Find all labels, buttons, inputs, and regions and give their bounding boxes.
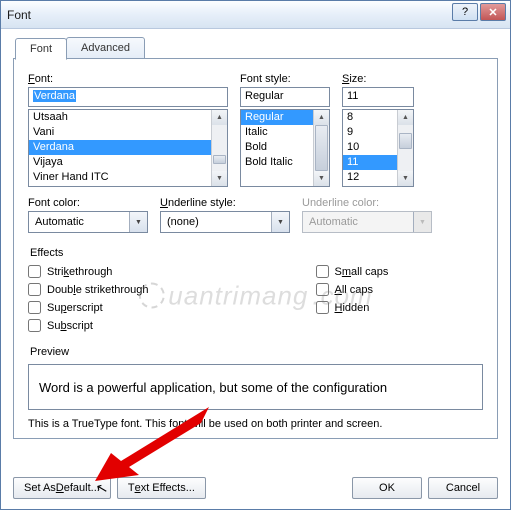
scrollbar[interactable]: ▲ ▼: [397, 110, 413, 186]
size-label: Size:: [342, 73, 414, 85]
row-color-underline: Font color: Automatic ▼ Underline style:…: [28, 197, 483, 233]
fontstyle-listbox[interactable]: Regular Italic Bold Bold Italic ▲ ▼: [240, 109, 330, 187]
scroll-down-icon[interactable]: ▼: [314, 171, 329, 186]
font-input[interactable]: Verdana: [28, 87, 228, 107]
tab-font[interactable]: Font: [15, 38, 67, 60]
scroll-down-icon[interactable]: ▼: [212, 171, 227, 186]
chk-superscript[interactable]: Superscript: [28, 301, 196, 314]
underlinecolor-combo: Automatic ▼: [302, 211, 432, 233]
list-item[interactable]: Vijaya: [29, 155, 227, 170]
help-button[interactable]: ?: [452, 3, 478, 21]
chk-subscript[interactable]: Subscript: [28, 319, 196, 332]
fontstyle-label: Font style:: [240, 73, 330, 85]
chk-all-caps[interactable]: All caps: [316, 283, 484, 296]
preview-box: Word is a powerful application, but some…: [28, 364, 483, 410]
scroll-up-icon[interactable]: ▲: [314, 110, 329, 125]
fontstyle-input[interactable]: Regular: [240, 87, 330, 107]
fontstyle-column: Font style: Regular Regular Italic Bold …: [240, 73, 330, 187]
font-label: Font:: [28, 73, 228, 85]
preview-label: Preview: [28, 346, 483, 358]
scrollbar[interactable]: ▲ ▼: [211, 110, 227, 186]
chevron-down-icon: ▼: [271, 212, 289, 232]
effects-group: Strikethrough Double strikethrough Super…: [28, 265, 483, 332]
set-as-default-button[interactable]: Set As Default...: [13, 477, 111, 499]
text-effects-button[interactable]: Text Effects...: [117, 477, 206, 499]
chk-double-strikethrough[interactable]: Double strikethrough: [28, 283, 196, 296]
window-buttons: ? ✕: [452, 3, 506, 21]
scrollbar[interactable]: ▲ ▼: [313, 110, 329, 186]
scroll-down-icon[interactable]: ▼: [398, 171, 413, 186]
underlinestyle-label: Underline style:: [160, 197, 290, 209]
fontcolor-combo[interactable]: Automatic ▼: [28, 211, 148, 233]
effects-label: Effects: [28, 247, 483, 259]
font-hint: This is a TrueType font. This font will …: [28, 418, 483, 430]
list-item[interactable]: Utsaah: [29, 110, 227, 125]
close-button[interactable]: ✕: [480, 3, 506, 21]
font-column: Font: Verdana Utsaah Vani Verdana Vijaya…: [28, 73, 228, 187]
list-item[interactable]: Viner Hand ITC: [29, 170, 227, 185]
chk-strikethrough[interactable]: Strikethrough: [28, 265, 196, 278]
fontcolor-column: Font color: Automatic ▼: [28, 197, 148, 233]
list-item[interactable]: Verdana: [29, 140, 227, 155]
tab-advanced[interactable]: Advanced: [66, 37, 145, 59]
underlinestyle-combo[interactable]: (none) ▼: [160, 211, 290, 233]
chk-hidden[interactable]: Hidden: [316, 301, 484, 314]
window-title: Font: [7, 8, 31, 22]
chevron-down-icon: ▼: [129, 212, 147, 232]
cancel-button[interactable]: Cancel: [428, 477, 498, 499]
tab-strip: Font Advanced: [15, 37, 510, 59]
size-listbox[interactable]: 8 9 10 11 12 ▲ ▼: [342, 109, 414, 187]
size-input[interactable]: 11: [342, 87, 414, 107]
ok-button[interactable]: OK: [352, 477, 422, 499]
fontcolor-label: Font color:: [28, 197, 148, 209]
size-column: Size: 11 8 9 10 11 12 ▲ ▼: [342, 73, 414, 187]
row-font-selectors: Font: Verdana Utsaah Vani Verdana Vijaya…: [28, 73, 483, 187]
scroll-up-icon[interactable]: ▲: [212, 110, 227, 125]
font-listbox[interactable]: Utsaah Vani Verdana Vijaya Viner Hand IT…: [28, 109, 228, 187]
list-item[interactable]: Vani: [29, 125, 227, 140]
font-dialog: Font ? ✕ Font Advanced Font: Verdana Uts…: [0, 0, 511, 510]
titlebar: Font ? ✕: [1, 1, 510, 29]
scroll-up-icon[interactable]: ▲: [398, 110, 413, 125]
dialog-footer: Set As Default... Text Effects... OK Can…: [13, 477, 498, 499]
underlinecolor-label: Underline color:: [302, 197, 432, 209]
underlinestyle-column: Underline style: (none) ▼: [160, 197, 290, 233]
underlinecolor-column: Underline color: Automatic ▼: [302, 197, 432, 233]
chevron-down-icon: ▼: [413, 212, 431, 232]
chk-small-caps[interactable]: Small caps: [316, 265, 484, 278]
tab-panel-font: Font: Verdana Utsaah Vani Verdana Vijaya…: [13, 58, 498, 439]
